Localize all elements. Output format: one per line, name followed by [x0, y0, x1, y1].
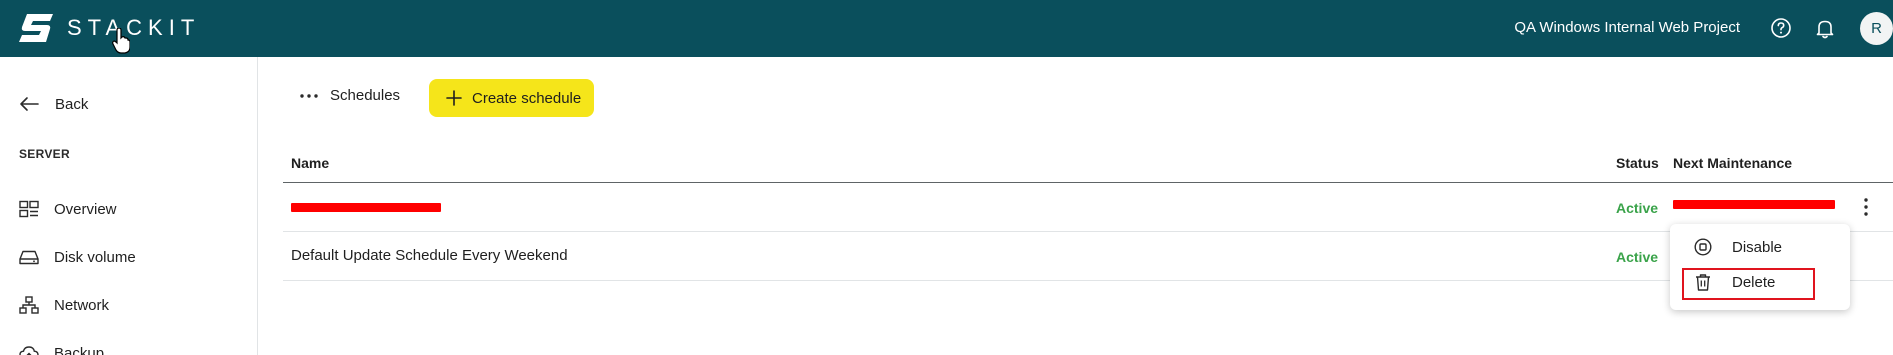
top-bar: STACKIT QA Windows Internal Web Project …: [0, 0, 1893, 57]
logo-text: STACKIT: [67, 15, 201, 40]
back-link[interactable]: Back: [19, 93, 88, 115]
breadcrumb-schedules[interactable]: Schedules: [330, 87, 400, 104]
redacted-name: [291, 203, 441, 212]
menu-item-delete[interactable]: Delete: [1670, 265, 1850, 299]
menu-item-label: Disable: [1732, 238, 1783, 256]
bell-icon[interactable]: [1814, 17, 1836, 39]
stackit-logo[interactable]: STACKIT: [19, 14, 200, 42]
sidebar-item-label: Overview: [54, 200, 117, 218]
table-row[interactable]: Active: [283, 183, 1893, 232]
back-label: Back: [55, 95, 89, 113]
row-actions-menu: Disable Delete: [1670, 224, 1850, 310]
column-header-next-maintenance[interactable]: Next Maintenance: [1673, 155, 1792, 171]
status-badge: Active: [1616, 249, 1659, 265]
more-horizontal-icon[interactable]: [298, 88, 320, 104]
network-icon: [19, 296, 39, 314]
disk-icon: [19, 250, 39, 265]
sidebar-item-label: Backup: [54, 344, 105, 355]
sidebar-item-overview[interactable]: Overview: [19, 198, 117, 220]
cloud-backup-icon: [19, 346, 39, 355]
menu-item-disable[interactable]: Disable: [1670, 230, 1850, 264]
help-circle-icon[interactable]: [1770, 17, 1792, 39]
table-row[interactable]: Default Update Schedule Every Weekend Ac…: [283, 232, 1893, 281]
user-avatar[interactable]: R: [1860, 12, 1893, 45]
sidebar-item-backup[interactable]: Backup: [19, 342, 104, 355]
sidebar-item-label: Network: [54, 296, 110, 314]
sidebar-section-title: SERVER: [19, 147, 70, 161]
plus-icon: [446, 90, 462, 106]
sidebar-item-disk-volume[interactable]: Disk volume: [19, 246, 136, 268]
sidebar: Back SERVER Overview Disk volume Network: [0, 57, 258, 355]
column-header-name[interactable]: Name: [291, 155, 329, 171]
overview-grid-icon: [19, 200, 39, 218]
sidebar-item-label: Disk volume: [54, 248, 136, 266]
row-name: Default Update Schedule Every Weekend: [291, 247, 568, 264]
sidebar-item-network[interactable]: Network: [19, 294, 109, 316]
more-vertical-icon[interactable]: [1857, 195, 1875, 219]
disable-icon: [1694, 238, 1712, 256]
redacted-next-maintenance: [1673, 200, 1835, 209]
stackit-logo-icon: [19, 14, 53, 42]
create-schedule-label: Create schedule: [472, 89, 582, 107]
trash-icon: [1696, 274, 1710, 291]
arrow-left-icon: [20, 97, 39, 111]
hand-cursor-icon: [112, 28, 130, 54]
status-badge: Active: [1616, 200, 1659, 216]
column-header-status[interactable]: Status: [1616, 155, 1659, 171]
menu-item-label: Delete: [1732, 273, 1776, 291]
create-schedule-button[interactable]: Create schedule: [429, 79, 594, 117]
project-name[interactable]: QA Windows Internal Web Project: [1514, 18, 1740, 38]
